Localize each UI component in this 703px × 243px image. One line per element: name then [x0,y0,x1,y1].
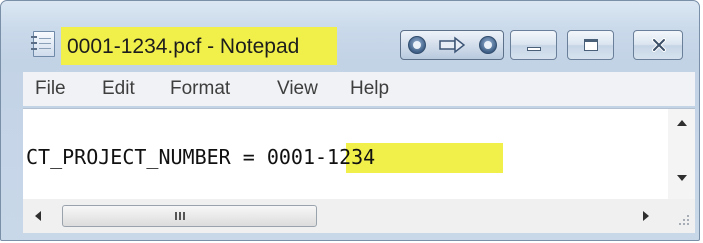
scroll-right-arrow-icon [643,211,649,221]
extra-window-controls [400,30,504,60]
notepad-window: 0001-1234.pcf - Notepad File Edit Format… [0,0,700,241]
text-editor[interactable]: CT_PROJECT_NUMBER = 0001-1234 [23,108,695,233]
close-icon [652,38,666,52]
scroll-down-button[interactable] [668,165,695,191]
menu-bar: File Edit Format View Help [23,72,695,106]
menu-edit[interactable]: Edit [102,78,135,100]
pin-icon[interactable] [439,36,465,54]
scroll-left-button[interactable] [23,199,53,233]
highlighted-value: 0001-1234 [266,145,376,169]
menu-file[interactable]: File [35,78,66,100]
menu-view[interactable]: View [277,78,318,100]
minimize-icon [527,47,541,51]
notepad-icon[interactable] [31,31,55,57]
scroll-right-button[interactable] [631,199,661,233]
record-icon[interactable] [479,36,497,54]
minimize-button[interactable] [510,30,557,60]
scroll-up-arrow-icon [677,120,687,126]
title-bar[interactable]: 0001-1234.pcf - Notepad [1,1,699,67]
window-title: 0001-1234.pcf - Notepad [67,35,300,58]
close-button[interactable] [633,30,683,60]
document-text[interactable]: CT_PROJECT_NUMBER = 0001-1234 [26,143,375,171]
size-grip-icon[interactable] [668,199,695,233]
maximize-icon [584,39,598,51]
horizontal-scrollbar[interactable] [23,199,668,233]
scroll-up-button[interactable] [668,109,695,135]
grip-icon [175,212,187,220]
horizontal-scroll-thumb[interactable] [62,205,317,227]
text-prefix: CT_PROJECT_NUMBER = [26,145,267,169]
scroll-down-arrow-icon [677,175,687,181]
menu-format[interactable]: Format [170,78,230,100]
menu-help[interactable]: Help [350,78,389,100]
maximize-button[interactable] [567,30,614,60]
record-icon[interactable] [408,36,426,54]
vertical-scrollbar[interactable] [668,109,695,199]
scroll-left-arrow-icon [35,211,41,221]
